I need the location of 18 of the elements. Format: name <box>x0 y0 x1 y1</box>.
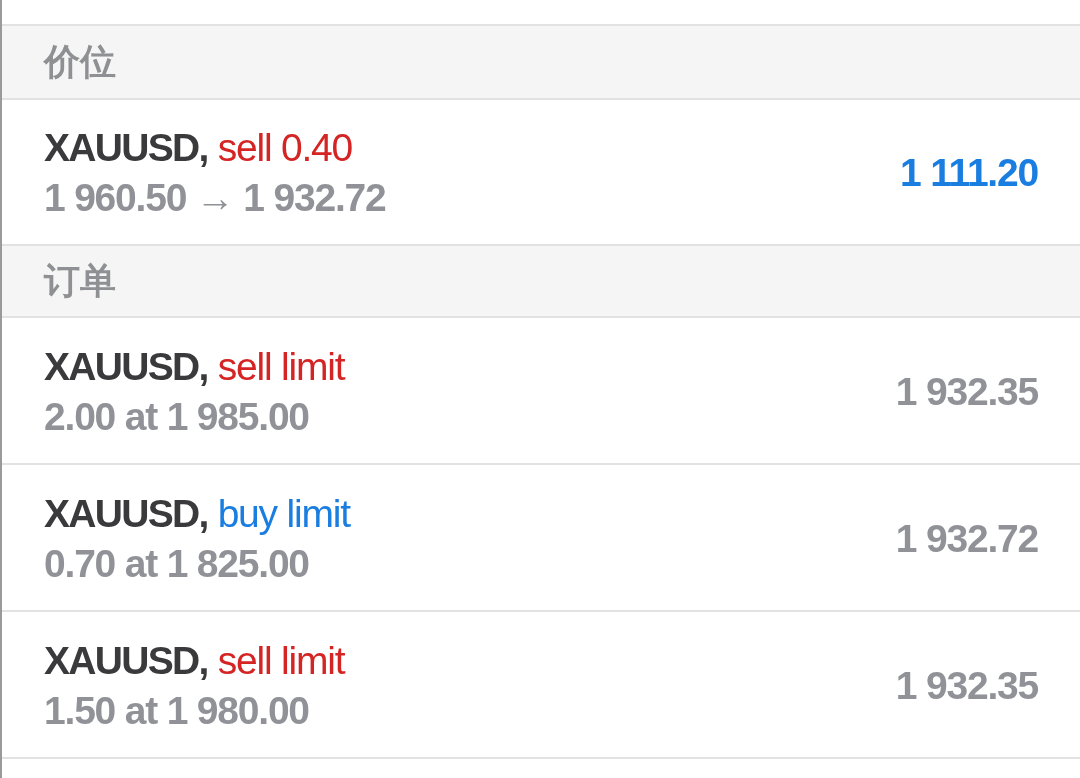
order-type-label: sell limit <box>217 637 345 684</box>
symbol-label: XAUUSD, <box>44 490 208 537</box>
price-detail: 0.70 at 1 825.00 <box>44 540 310 587</box>
price-detail: 2.00 at 1 985.00 <box>44 393 310 440</box>
profit-value: 1 111.20 <box>900 151 1038 195</box>
price-detail: 1.50 at 1 980.00 <box>44 687 310 734</box>
section-title: 订单 <box>44 259 116 303</box>
section-title: 价位 <box>44 40 116 84</box>
current-price: 1 932.35 <box>895 663 1038 708</box>
symbol-label: XAUUSD, <box>44 637 208 684</box>
symbol-label: XAUUSD, <box>44 343 208 390</box>
price-detail: 1 960.50 → 1 932.72 <box>44 175 386 221</box>
symbol-label: XAUUSD, <box>44 125 208 171</box>
order-type-label: buy limit <box>217 490 350 537</box>
current-price: 1 932.35 <box>895 369 1038 414</box>
order-type-label: sell limit <box>217 343 345 390</box>
current-price: 1 932.72 <box>895 516 1038 561</box>
order-type-label: sell 0.40 <box>217 125 353 171</box>
